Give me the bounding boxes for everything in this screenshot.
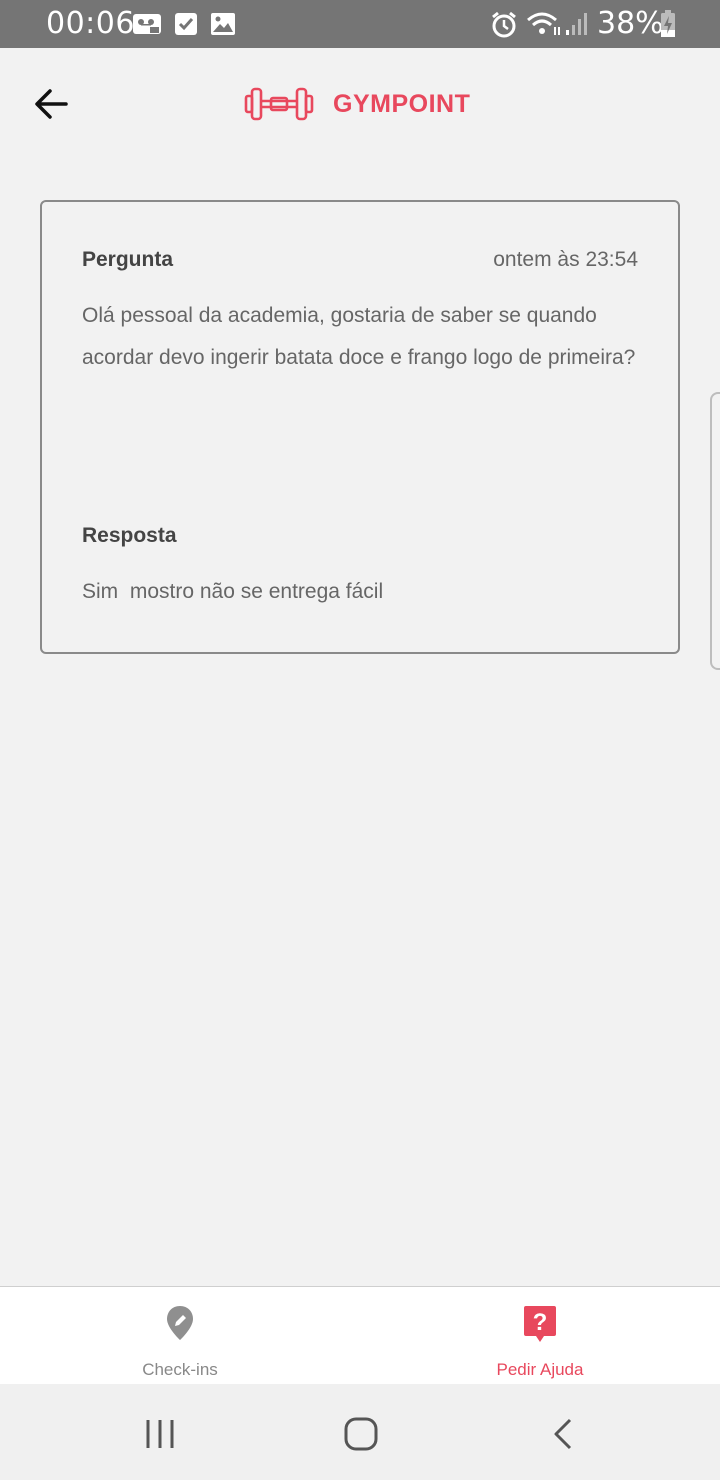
checkbox-icon xyxy=(175,13,197,35)
voicemail-icon xyxy=(133,14,161,34)
tab-checkins-label: Check-ins xyxy=(142,1360,218,1379)
bottom-tab-bar: Check-ins ? Pedir Ajuda xyxy=(0,1286,720,1384)
tab-checkins[interactable]: Check-ins xyxy=(0,1287,360,1385)
edge-panel-handle[interactable] xyxy=(710,392,720,670)
battery-percentage: 38% xyxy=(597,6,664,41)
brand-logo: GYMPOINT xyxy=(243,84,470,124)
home-icon xyxy=(344,1417,378,1451)
signal-icon xyxy=(566,13,587,35)
home-button[interactable] xyxy=(335,1414,385,1454)
status-bar: 00:06 38% xyxy=(0,0,720,48)
answer-text: Sim mostro não se entrega fácil xyxy=(82,580,384,603)
wifi-icon xyxy=(527,12,560,35)
recents-button[interactable] xyxy=(135,1414,185,1454)
arrow-left-icon xyxy=(35,89,68,119)
help-order-card: Pergunta ontem às 23:54 Olá pessoal da a… xyxy=(40,200,680,654)
alarm-icon xyxy=(492,11,516,38)
system-back-button[interactable] xyxy=(538,1414,588,1454)
image-icon xyxy=(211,13,235,35)
dumbbell-icon xyxy=(244,87,314,121)
question-text: Olá pessoal da academia, gostaria de sab… xyxy=(82,304,636,369)
map-pin-icon xyxy=(167,1306,193,1340)
recents-icon xyxy=(146,1420,174,1448)
question-time: ontem às 23:54 xyxy=(493,248,638,271)
brand-name: GYMPOINT xyxy=(333,89,471,118)
question-title: Pergunta xyxy=(82,248,174,271)
battery-charging-icon xyxy=(661,10,675,37)
back-button[interactable] xyxy=(30,82,74,126)
system-nav-bar xyxy=(0,1384,720,1480)
svg-text:?: ? xyxy=(533,1309,548,1336)
answer-title: Resposta xyxy=(82,524,177,547)
tab-help[interactable]: ? Pedir Ajuda xyxy=(360,1287,720,1385)
back-icon xyxy=(554,1418,572,1450)
help-bubble-icon: ? xyxy=(524,1306,556,1342)
tab-help-label: Pedir Ajuda xyxy=(496,1360,584,1379)
status-time: 00:06 xyxy=(46,6,135,41)
